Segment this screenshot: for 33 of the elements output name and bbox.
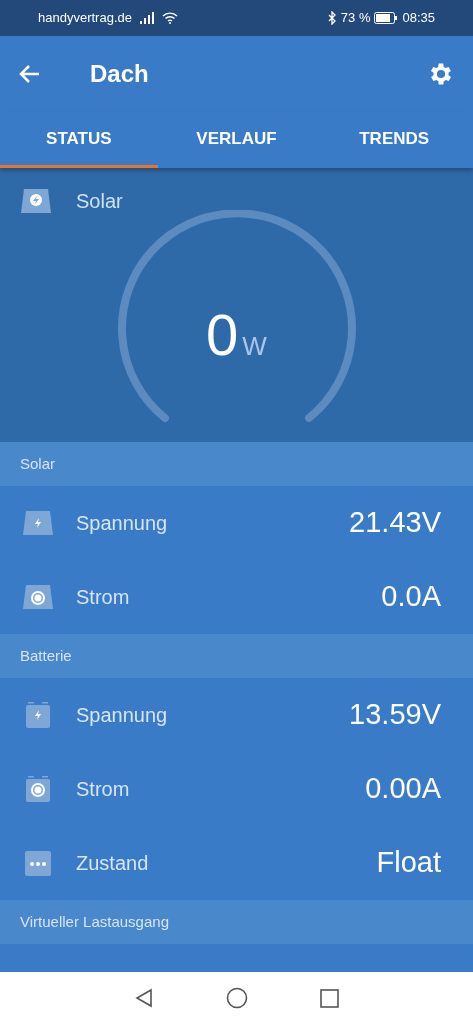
section-header: Virtueller Lastausgang (20, 911, 169, 932)
screen-title: Dach (90, 59, 149, 89)
section-header: Solar (20, 453, 56, 474)
battery-icon (374, 12, 399, 24)
tab[interactable]: VERLAUF (157, 112, 316, 168)
row-value: 13.59V (349, 697, 441, 733)
gauge-label: Solar (76, 189, 123, 214)
row-label: Zustand (76, 851, 149, 876)
more-dots-icon (22, 849, 54, 877)
power-value: 0 (206, 306, 239, 364)
row-value: Float (376, 845, 441, 881)
row-value: 0.00A (365, 771, 441, 807)
row-label: Spannung (76, 511, 168, 536)
carrier-name: handyvertrag.de (38, 9, 132, 28)
back-nav-icon[interactable] (134, 988, 154, 1008)
signal-icon (139, 12, 154, 24)
solar-panel-current-icon (22, 583, 54, 611)
tab[interactable]: TRENDS (315, 112, 473, 168)
section-header: Batterie (20, 645, 72, 666)
row-label: Strom (76, 777, 130, 802)
home-nav-icon[interactable] (226, 987, 248, 1009)
row-value: 21.43V (349, 505, 441, 541)
wifi-icon (161, 12, 178, 24)
solar-panel-bolt-icon (22, 509, 54, 537)
row-label: Spannung (76, 703, 168, 728)
row-value: 0.0A (381, 579, 441, 615)
solar-panel-icon (20, 188, 52, 214)
clock: 08:35 (402, 9, 435, 28)
battery-percent: 73 % (340, 9, 371, 28)
row-label: Strom (76, 585, 130, 610)
recents-nav-icon[interactable] (320, 988, 339, 1008)
power-unit: W (242, 330, 267, 363)
bluetooth-icon (327, 11, 337, 25)
